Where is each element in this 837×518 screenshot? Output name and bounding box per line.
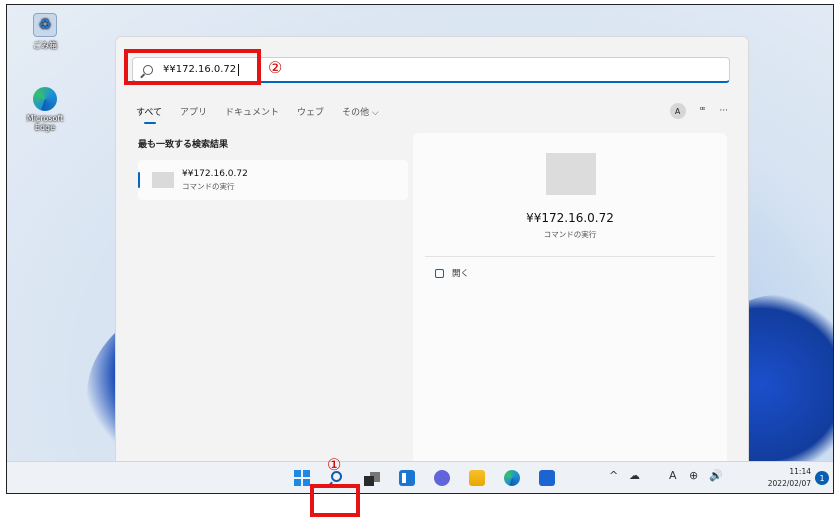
clock[interactable]: 11:14 2022/02/07 [768, 466, 811, 490]
annotation-marker-2: ② [268, 58, 283, 77]
search-panel: ¥¥172.16.0.72 すべて アプリ ドキュメント ウェブ その他 ⌵ A… [115, 36, 749, 483]
clock-date: 2022/02/07 [767, 479, 811, 488]
preview-pane: ¥¥172.16.0.72 コマンドの実行 開く [413, 133, 727, 478]
best-match-heading: 最も一致する検索結果 [138, 140, 229, 150]
account-avatar[interactable]: A [669, 103, 686, 119]
edge-icon[interactable] [504, 470, 520, 486]
results-column: 最も一致する検索結果 ¥¥172.16.0.72 コマンドの実行 [138, 137, 408, 200]
highlight-taskbar-search [310, 484, 360, 517]
edge-icon [33, 87, 57, 111]
chevron-up-icon[interactable]: ^ [609, 469, 618, 482]
open-action[interactable]: 開く [435, 267, 469, 279]
tab-more[interactable]: その他 ⌵ [342, 105, 379, 118]
start-icon[interactable] [294, 470, 310, 486]
chat-icon[interactable] [434, 470, 450, 486]
divider [425, 256, 715, 257]
recycle-bin-icon: ♻ [33, 13, 57, 37]
tab-apps[interactable]: アプリ [180, 105, 207, 118]
best-match-result[interactable]: ¥¥172.16.0.72 コマンドの実行 [138, 160, 408, 200]
search-tabs: すべて アプリ ドキュメント ウェブ その他 ⌵ A ꟹ ··· [136, 101, 728, 124]
desktop-icon-label: Microsoft Edge [26, 114, 64, 132]
task-view-icon[interactable] [364, 470, 380, 486]
preview-subtitle: コマンドの実行 [543, 230, 597, 239]
open-action-label: 開く [452, 269, 470, 279]
cloud-icon[interactable]: ☁ [629, 469, 640, 482]
preview-thumbnail [546, 153, 596, 195]
result-subtitle: コマンドの実行 [182, 181, 235, 191]
ime-icon[interactable]: A [669, 469, 677, 482]
store-icon[interactable] [539, 470, 555, 486]
preview-title: ¥¥172.16.0.72 [526, 211, 614, 225]
desktop-icon-edge[interactable]: Microsoft Edge [17, 87, 73, 132]
annotation-marker-1: ① [327, 455, 342, 474]
clock-time: 11:14 [789, 467, 811, 476]
network-icon[interactable]: ⊕ [689, 469, 698, 482]
share-icon[interactable]: ꟹ [700, 106, 706, 116]
tab-all[interactable]: すべて [136, 105, 162, 124]
tab-web[interactable]: ウェブ [297, 105, 324, 118]
volume-icon[interactable]: 🔊 [709, 469, 723, 482]
widgets-icon[interactable] [399, 470, 415, 486]
result-thumbnail [152, 172, 174, 188]
result-title: ¥¥172.16.0.72 [182, 168, 248, 179]
more-options-button[interactable]: ··· [719, 106, 728, 116]
notification-badge[interactable]: 1 [815, 471, 829, 485]
desktop-icon-label: ごみ箱 [33, 41, 57, 50]
open-icon [435, 268, 444, 278]
tab-documents[interactable]: ドキュメント [225, 105, 279, 118]
desktop-icon-recycle-bin[interactable]: ♻ ごみ箱 [17, 13, 73, 51]
highlight-search-input [124, 49, 261, 85]
taskbar: ^ ☁ A ⊕ 🔊 11:14 2022/02/07 1 [7, 461, 833, 493]
selection-indicator [138, 172, 140, 188]
file-explorer-icon[interactable] [469, 470, 485, 486]
